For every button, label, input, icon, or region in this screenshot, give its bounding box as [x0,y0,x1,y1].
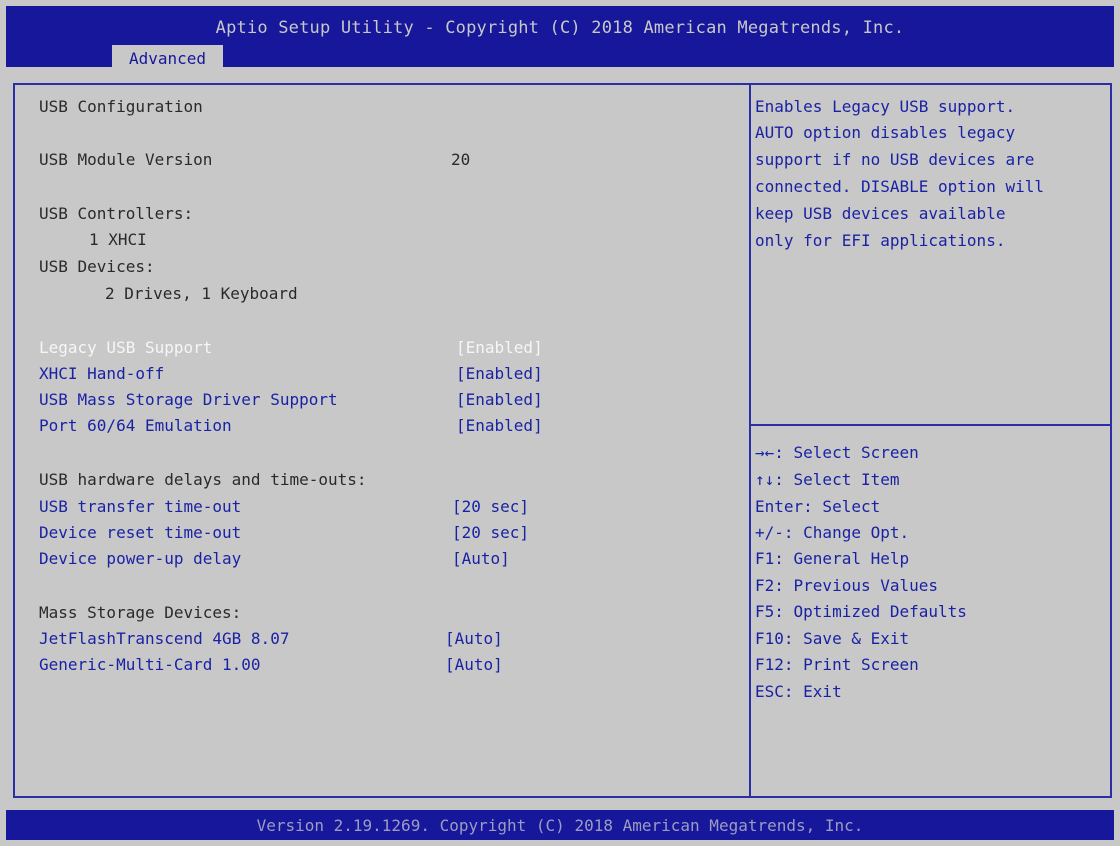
footer-bar: Version 2.19.1269. Copyright (C) 2018 Am… [6,810,1114,840]
panel-divider-vertical [749,85,751,796]
help-key-f10: F10: Save & Exit [755,629,910,648]
help-description-line: Enables Legacy USB support. [755,97,1016,116]
help-key-select-screen: →←: Select Screen [755,443,919,462]
option-usb-transfer-timeout-value[interactable]: [20 sec] [452,497,529,517]
devices-value: 2 Drives, 1 Keyboard [105,284,298,303]
help-key-f1: F1: General Help [755,549,910,568]
controllers-label: USB Controllers: [39,204,194,223]
option-xhci-hand-off-value[interactable]: [Enabled] [456,364,543,384]
option-device-power-up-delay[interactable]: Device power-up delay [39,549,241,569]
help-description-line: AUTO option disables legacy [755,123,1016,142]
option-legacy-usb-support[interactable]: Legacy USB Support [39,338,212,358]
module-version-value: 20 [451,150,471,169]
devices-label: USB Devices: [39,257,155,276]
option-device-reset-timeout-value[interactable]: [20 sec] [452,523,529,543]
option-usb-transfer-timeout[interactable]: USB transfer time-out [39,497,241,517]
bios-screen: Aptio Setup Utility - Copyright (C) 2018… [0,0,1120,846]
option-usb-mass-storage-driver-value[interactable]: [Enabled] [456,390,543,410]
option-mass-storage-jetflash-value[interactable]: [Auto] [445,629,503,649]
option-xhci-hand-off[interactable]: XHCI Hand-off [39,364,164,384]
help-key-esc: ESC: Exit [755,682,842,701]
help-key-f5: F5: Optimized Defaults [755,602,967,621]
help-key-change-opt: +/-: Change Opt. [755,523,910,542]
help-description-line: keep USB devices available [755,204,1006,223]
footer-version-text: Version 2.19.1269. Copyright (C) 2018 Am… [256,816,864,835]
help-key-f12: F12: Print Screen [755,655,919,674]
option-device-power-up-delay-value[interactable]: [Auto] [452,549,510,569]
tab-advanced[interactable]: Advanced [112,45,223,73]
option-mass-storage-jetflash[interactable]: JetFlashTranscend 4GB 8.07 [39,629,289,649]
help-divider-horizontal [751,424,1110,426]
help-description-line: connected. DISABLE option will [755,177,1044,196]
help-description-line: only for EFI applications. [755,231,1006,250]
help-key-f2: F2: Previous Values [755,576,939,595]
option-port-60-64-emulation-value[interactable]: [Enabled] [456,416,543,436]
section-title: USB Configuration [39,97,203,116]
header-bar: Aptio Setup Utility - Copyright (C) 2018… [6,6,1114,73]
delays-heading: USB hardware delays and time-outs: [39,470,367,489]
option-port-60-64-emulation[interactable]: Port 60/64 Emulation [39,416,232,436]
help-key-select-item: ↑↓: Select Item [755,470,900,489]
help-description-line: support if no USB devices are [755,150,1035,169]
module-version-label: USB Module Version [39,150,213,169]
option-mass-storage-generic-multi-card-value[interactable]: [Auto] [445,655,503,675]
option-device-reset-timeout[interactable]: Device reset time-out [39,523,241,543]
option-usb-mass-storage-driver[interactable]: USB Mass Storage Driver Support [39,390,338,410]
option-legacy-usb-support-value[interactable]: [Enabled] [456,338,543,358]
option-mass-storage-generic-multi-card[interactable]: Generic-Multi-Card 1.00 [39,655,261,675]
help-key-enter: Enter: Select [755,497,881,516]
mass-storage-heading: Mass Storage Devices: [39,603,242,622]
window-title: Aptio Setup Utility - Copyright (C) 2018… [215,18,905,38]
controllers-value: 1 XHCI [89,230,147,249]
